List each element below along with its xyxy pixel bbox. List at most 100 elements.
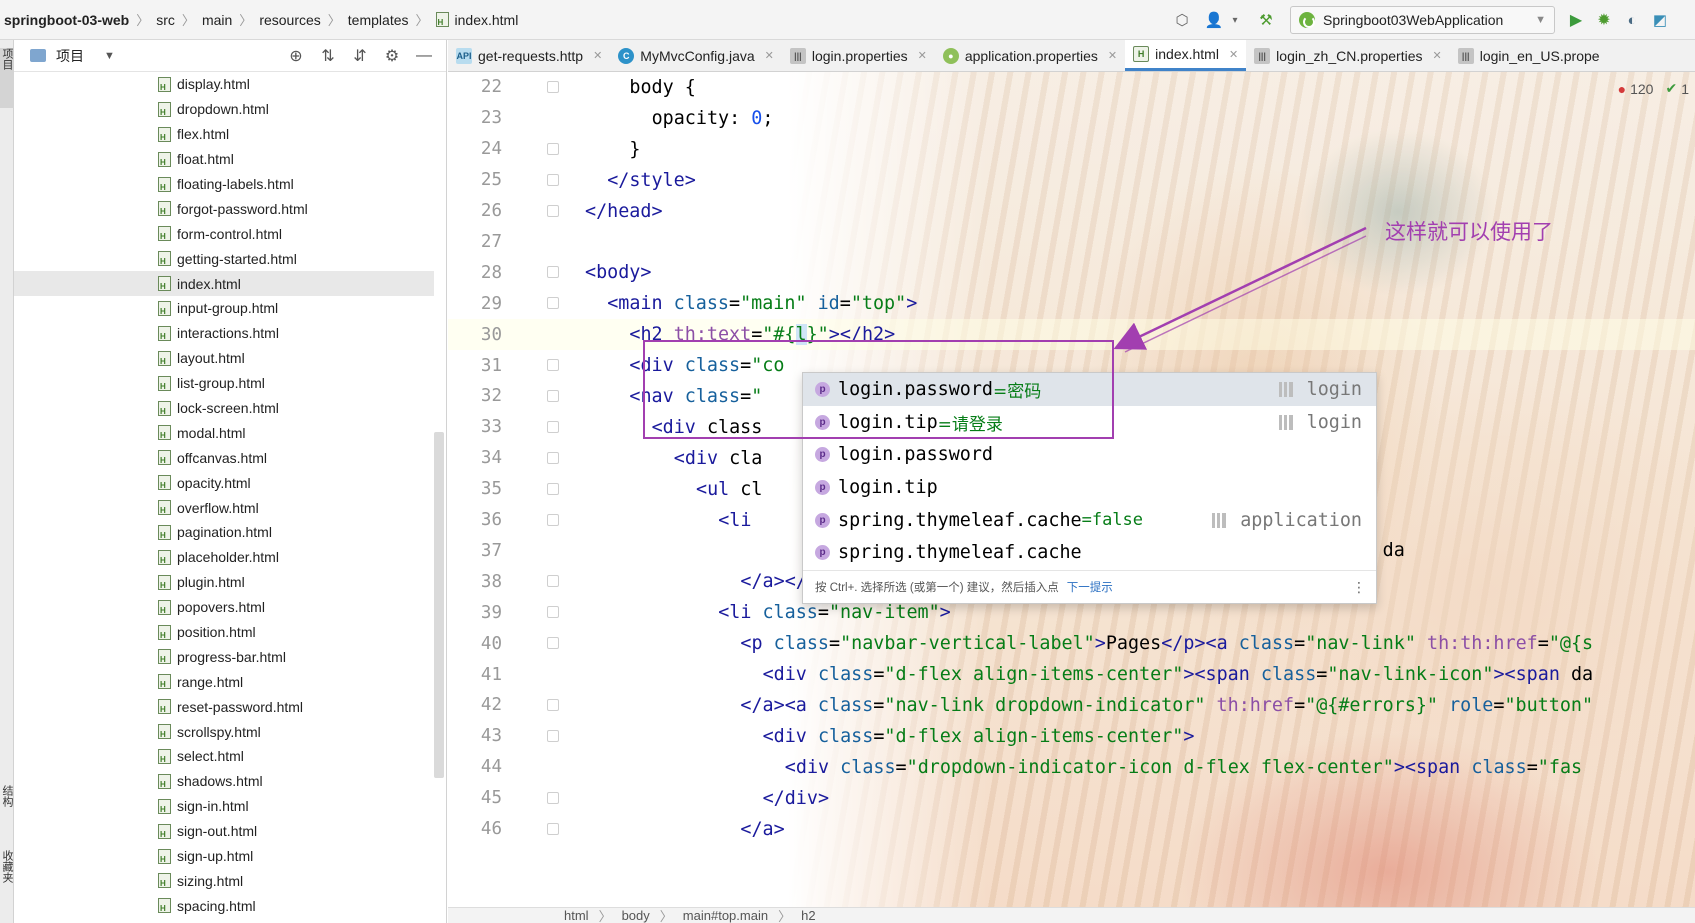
- project-tool-tab[interactable]: 项目: [0, 48, 14, 108]
- file-tree-item[interactable]: float.html: [14, 147, 434, 172]
- code-line[interactable]: 40 <p class="navbar-vertical-label">Pages…: [448, 628, 1695, 659]
- close-tab-icon[interactable]: ✕: [1108, 49, 1117, 62]
- file-tree-item[interactable]: spacing.html: [14, 893, 434, 918]
- file-tree-item[interactable]: forgot-password.html: [14, 196, 434, 221]
- editor-tab[interactable]: Hindex.html ✕: [1125, 40, 1247, 71]
- file-tree-item[interactable]: position.html: [14, 620, 434, 645]
- breadcrumb-item[interactable]: index.html: [435, 12, 518, 28]
- fold-marker-icon[interactable]: [547, 142, 559, 155]
- code-line[interactable]: 46 </a>: [448, 814, 1695, 845]
- close-tab-icon[interactable]: ✕: [918, 49, 927, 62]
- code-line[interactable]: 43 <div class="d-flex align-items-center"…: [448, 721, 1695, 752]
- code-line[interactable]: 22 body {: [448, 72, 1695, 103]
- file-tree-item[interactable]: sizing.html: [14, 869, 434, 894]
- file-tree-item[interactable]: sign-out.html: [14, 819, 434, 844]
- file-tree-item[interactable]: select.html: [14, 744, 434, 769]
- fold-marker-icon[interactable]: [547, 359, 559, 372]
- fold-marker-icon[interactable]: [547, 637, 559, 650]
- code-line[interactable]: 42 </a><a class="nav-link dropdown-indica…: [448, 690, 1695, 721]
- code-line[interactable]: 30 <h2 th:text="#{l}"></h2>: [448, 319, 1695, 351]
- code-line[interactable]: 44 <div class="dropdown-indicator-icon d-…: [448, 752, 1695, 783]
- fold-marker-icon[interactable]: [547, 729, 559, 742]
- chevron-down-icon[interactable]: ▼: [104, 50, 115, 62]
- build-button[interactable]: ⚒: [1252, 6, 1280, 34]
- favorites-tool-tab[interactable]: 收藏夹: [0, 850, 14, 910]
- completion-item[interactable]: p login.password: [803, 438, 1376, 471]
- fold-marker-icon[interactable]: [547, 390, 559, 402]
- coverage-icon[interactable]: ◐: [1618, 6, 1646, 34]
- completion-item[interactable]: p login.tip =请登录 login: [803, 406, 1376, 439]
- fold-marker-icon[interactable]: [547, 173, 559, 186]
- code-line[interactable]: 28 <body>: [448, 257, 1695, 288]
- completion-item[interactable]: p spring.thymeleaf.cache: [803, 536, 1376, 569]
- file-tree-item[interactable]: modal.html: [14, 420, 434, 445]
- file-tree-item[interactable]: scrollspy.html: [14, 719, 434, 744]
- code-breadcrumb-item[interactable]: main#top.main: [683, 908, 768, 923]
- completion-item[interactable]: p login.tip: [803, 471, 1376, 504]
- breadcrumb-item[interactable]: main: [202, 12, 232, 28]
- collapse-all-icon[interactable]: ⇵: [344, 42, 376, 70]
- breadcrumb-item[interactable]: src: [156, 12, 175, 28]
- file-tree-item[interactable]: reset-password.html: [14, 694, 434, 719]
- code-breadcrumb-item[interactable]: h2: [801, 908, 815, 923]
- fold-marker-icon[interactable]: [547, 822, 559, 835]
- file-tree-item[interactable]: dropdown.html: [14, 97, 434, 122]
- fold-marker-icon[interactable]: [547, 482, 559, 495]
- run-icon[interactable]: ▶: [1562, 6, 1590, 34]
- breadcrumb-item[interactable]: springboot-03-web: [0, 12, 129, 28]
- minimize-icon[interactable]: —: [408, 42, 440, 70]
- file-tree-item[interactable]: plugin.html: [14, 570, 434, 595]
- file-tree-item[interactable]: list-group.html: [14, 371, 434, 396]
- fold-marker-icon[interactable]: [547, 699, 559, 711]
- editor-tab[interactable]: ||| login.properties ✕: [782, 40, 935, 71]
- next-tip-link[interactable]: 下一提示: [1067, 579, 1113, 595]
- editor-tab[interactable]: ● application.properties ✕: [935, 40, 1125, 71]
- editor-tab[interactable]: C MyMvcConfig.java ✕: [610, 40, 782, 71]
- file-tree-item[interactable]: form-control.html: [14, 221, 434, 246]
- debug-icon[interactable]: ✹: [1590, 6, 1618, 34]
- code-breadcrumb-item[interactable]: body: [622, 908, 650, 923]
- fold-marker-icon[interactable]: [547, 606, 559, 619]
- project-panel-title[interactable]: 项目: [56, 46, 84, 66]
- file-tree-item[interactable]: overflow.html: [14, 495, 434, 520]
- file-tree-item[interactable]: lock-screen.html: [14, 396, 434, 421]
- gear-icon[interactable]: ⚙: [376, 42, 408, 70]
- file-tree-item[interactable]: progress-bar.html: [14, 644, 434, 669]
- file-tree-item[interactable]: input-group.html: [14, 296, 434, 321]
- file-tree-item[interactable]: floating-labels.html: [14, 172, 434, 197]
- run-configuration-select[interactable]: Springboot03WebApplication ▼: [1290, 6, 1555, 34]
- file-tree-item[interactable]: shadows.html: [14, 769, 434, 794]
- more-options-icon[interactable]: ⋮: [1352, 579, 1366, 596]
- editor-tab[interactable]: ||| login_zh_CN.properties ✕: [1246, 40, 1450, 71]
- code-line[interactable]: 45 </div>: [448, 783, 1695, 814]
- close-tab-icon[interactable]: ✕: [1432, 49, 1441, 62]
- fold-marker-icon[interactable]: [547, 81, 559, 93]
- locate-icon[interactable]: ⊕: [280, 42, 312, 70]
- tree-scrollbar[interactable]: [434, 432, 444, 778]
- fold-marker-icon[interactable]: [547, 204, 559, 217]
- editor-tab[interactable]: API get-requests.http ✕: [448, 40, 610, 71]
- code-line[interactable]: 29 <main class="main" id="top">: [448, 288, 1695, 319]
- file-tree-item[interactable]: sign-up.html: [14, 844, 434, 869]
- expand-all-icon[interactable]: ⇅: [312, 42, 344, 70]
- fold-marker-icon[interactable]: [547, 575, 559, 588]
- close-tab-icon[interactable]: ✕: [765, 49, 774, 62]
- completion-item[interactable]: p spring.thymeleaf.cache =false application: [803, 504, 1376, 537]
- fold-marker-icon[interactable]: [547, 420, 559, 433]
- fold-marker-icon[interactable]: [547, 513, 559, 526]
- breadcrumb-item[interactable]: resources: [259, 12, 320, 28]
- file-tree-item[interactable]: pagination.html: [14, 520, 434, 545]
- file-tree-item[interactable]: display.html: [14, 72, 434, 97]
- file-tree-item[interactable]: popovers.html: [14, 595, 434, 620]
- file-tree-item[interactable]: index.html: [14, 271, 434, 297]
- code-breadcrumb-item[interactable]: html: [564, 908, 589, 923]
- close-tab-icon[interactable]: ✕: [1229, 48, 1238, 61]
- file-tree-item[interactable]: placeholder.html: [14, 545, 434, 570]
- file-tree-item[interactable]: flex.html: [14, 122, 434, 147]
- project-structure-button[interactable]: ⬡: [1168, 6, 1196, 34]
- fold-marker-icon[interactable]: [547, 451, 559, 464]
- breadcrumb-item[interactable]: templates: [348, 12, 409, 28]
- profile-icon[interactable]: ◩: [1646, 6, 1674, 34]
- close-tab-icon[interactable]: ✕: [593, 49, 602, 62]
- file-tree-item[interactable]: sign-in.html: [14, 794, 434, 819]
